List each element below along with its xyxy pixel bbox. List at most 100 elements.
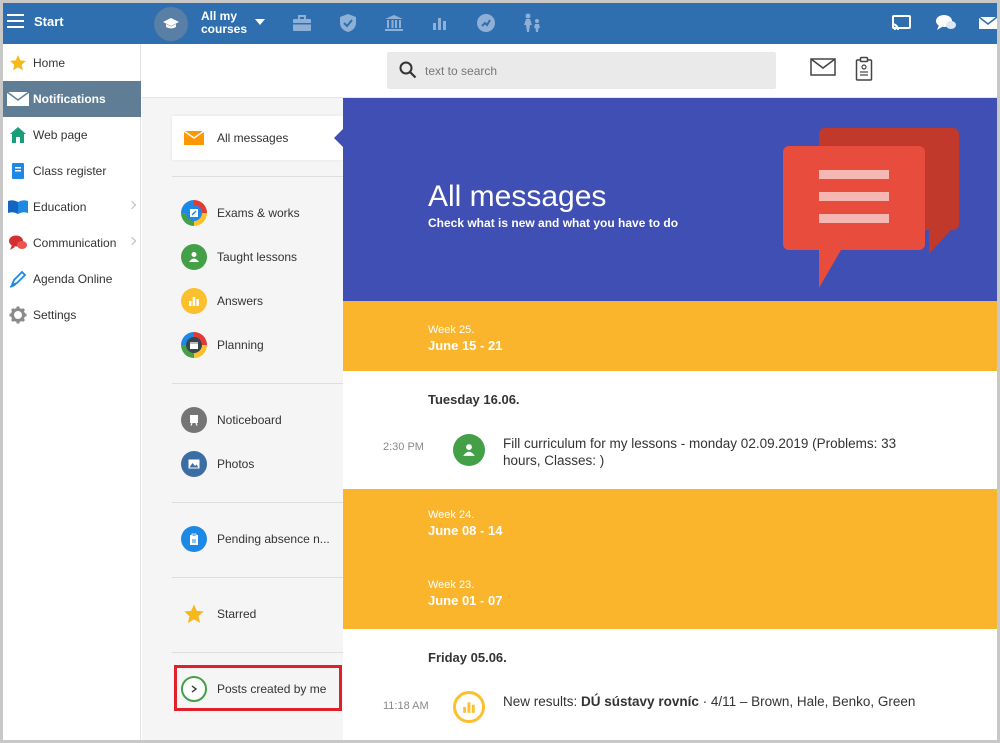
nav-label: Agenda Online: [33, 272, 113, 286]
search-icon[interactable]: [399, 61, 417, 82]
notebook-icon: [3, 153, 33, 189]
nav-item-web-page[interactable]: Web page: [3, 117, 141, 153]
message-feed: All messages Check what is new and what …: [343, 98, 997, 740]
filter-photos[interactable]: Photos: [172, 442, 343, 486]
noticeboard-icon: [181, 407, 207, 433]
filter-taught-lessons[interactable]: Taught lessons: [172, 235, 343, 279]
divider: [172, 577, 343, 578]
message-time: 11:18 AM: [383, 700, 429, 712]
top-bar: Start All my courses: [3, 3, 997, 44]
divider: [172, 652, 343, 653]
message-text: New results: DÚ sústavy rovníc · 4/11 – …: [503, 694, 916, 709]
clipboard-icon[interactable]: [855, 56, 873, 85]
divider: [172, 502, 343, 503]
nav-item-notifications[interactable]: Notifications: [3, 81, 141, 117]
hero-banner: All messages Check what is new and what …: [343, 98, 997, 301]
nav-item-settings[interactable]: Settings: [3, 297, 141, 333]
chevron-down-icon[interactable]: [255, 19, 265, 25]
filter-label: Pending absence n...: [217, 532, 330, 546]
chat-bubbles-illustration: [783, 128, 959, 288]
highlight-annotation: [174, 665, 342, 711]
graduation-cap-icon[interactable]: [154, 7, 188, 41]
week-header: Week 24. June 08 - 14 Week 23. June 01 -…: [343, 489, 997, 629]
page-subtitle: Check what is new and what you have to d…: [428, 216, 679, 230]
filter-label: Planning: [217, 338, 264, 352]
filter-exams-works[interactable]: Exams & works: [172, 191, 343, 235]
bar-chart-icon: [453, 691, 485, 723]
filter-label: All messages: [217, 131, 289, 145]
mail-icon[interactable]: [977, 12, 997, 34]
search-box: [387, 52, 776, 89]
nav-label: Home: [33, 56, 66, 70]
week-header: Week 25. June 15 - 21: [343, 301, 997, 371]
message-item[interactable]: 2:30 PM Fill curriculum for my lessons -…: [343, 431, 997, 481]
course-selector[interactable]: All my courses: [201, 10, 261, 36]
nav-label: Web page: [33, 128, 88, 142]
filter-label: Noticeboard: [217, 413, 282, 427]
filter-label: Answers: [217, 294, 264, 308]
parent-child-icon[interactable]: [521, 12, 543, 34]
nav-item-class-register[interactable]: Class register: [3, 153, 141, 189]
envelope-icon: [181, 125, 207, 151]
filter-planning[interactable]: Planning: [172, 323, 343, 367]
envelope-icon: [3, 81, 33, 117]
filter-label: Exams & works: [217, 206, 300, 220]
chat-icon: [3, 225, 33, 261]
star-icon: [181, 601, 207, 627]
menu-icon[interactable]: [7, 14, 24, 28]
day-heading: Friday 05.06.: [428, 650, 507, 665]
divider: [172, 383, 343, 384]
calendar-icon: [181, 332, 207, 358]
book-icon: [3, 189, 33, 225]
week-number: Week 25.: [428, 324, 475, 336]
filter-answers[interactable]: Answers: [172, 279, 343, 323]
start-label[interactable]: Start: [34, 14, 64, 29]
search-header: [142, 44, 997, 98]
nav-label: Education: [33, 200, 87, 214]
search-input[interactable]: [425, 61, 755, 81]
nav-item-home[interactable]: Home: [3, 45, 141, 81]
chevron-right-icon: [127, 236, 137, 246]
photo-icon: [181, 451, 207, 477]
teacher-icon: [453, 434, 485, 466]
pen-icon: [3, 261, 33, 297]
clipboard-icon: [181, 526, 207, 552]
cast-screen-icon[interactable]: [890, 12, 912, 34]
nav-label: Notifications: [33, 92, 106, 106]
pencil-paper-icon: [181, 200, 207, 226]
star-icon: [3, 45, 33, 81]
week-number: Week 24.: [428, 509, 475, 521]
message-item[interactable]: 11:18 AM New results: DÚ sústavy rovníc …: [343, 688, 997, 738]
nav-item-agenda-online[interactable]: Agenda Online: [3, 261, 141, 297]
message-text: Fill curriculum for my lessons - monday …: [503, 436, 897, 468]
app-window: Start All my courses Home Notifications …: [0, 0, 1000, 743]
gauge-icon[interactable]: [475, 12, 497, 34]
filter-all-messages[interactable]: All messages: [172, 116, 344, 160]
filter-starred[interactable]: Starred: [172, 592, 343, 636]
nav-item-communication[interactable]: Communication: [3, 225, 141, 261]
divider: [172, 176, 343, 177]
left-navigation: Home Notifications Web page Class regist…: [3, 44, 141, 740]
teacher-icon: [181, 244, 207, 270]
result-title: DÚ sústavy rovníc: [581, 694, 699, 709]
bank-icon[interactable]: [383, 12, 405, 34]
envelope-outline-icon[interactable]: [810, 57, 836, 80]
nav-item-education[interactable]: Education: [3, 189, 141, 225]
bar-chart-icon: [181, 288, 207, 314]
nav-label: Class register: [33, 164, 107, 178]
week-number: Week 23.: [428, 579, 475, 591]
page-title: All messages: [428, 180, 607, 213]
filter-pending-absence[interactable]: Pending absence n...: [172, 517, 343, 561]
chevron-right-icon: [127, 200, 137, 210]
nav-label: Communication: [33, 236, 117, 250]
week-range: June 01 - 07: [428, 593, 503, 608]
filter-noticeboard[interactable]: Noticeboard: [172, 398, 343, 442]
briefcase-icon[interactable]: [291, 12, 313, 34]
bar-chart-icon[interactable]: [429, 12, 451, 34]
chat-bubbles-icon[interactable]: [935, 12, 957, 34]
house-icon: [3, 117, 33, 153]
message-time: 2:30 PM: [383, 441, 424, 453]
day-heading: Tuesday 16.06.: [428, 392, 520, 407]
shield-icon[interactable]: [337, 12, 359, 34]
message-filters: All messages Exams & works Taught lesson…: [142, 98, 344, 740]
